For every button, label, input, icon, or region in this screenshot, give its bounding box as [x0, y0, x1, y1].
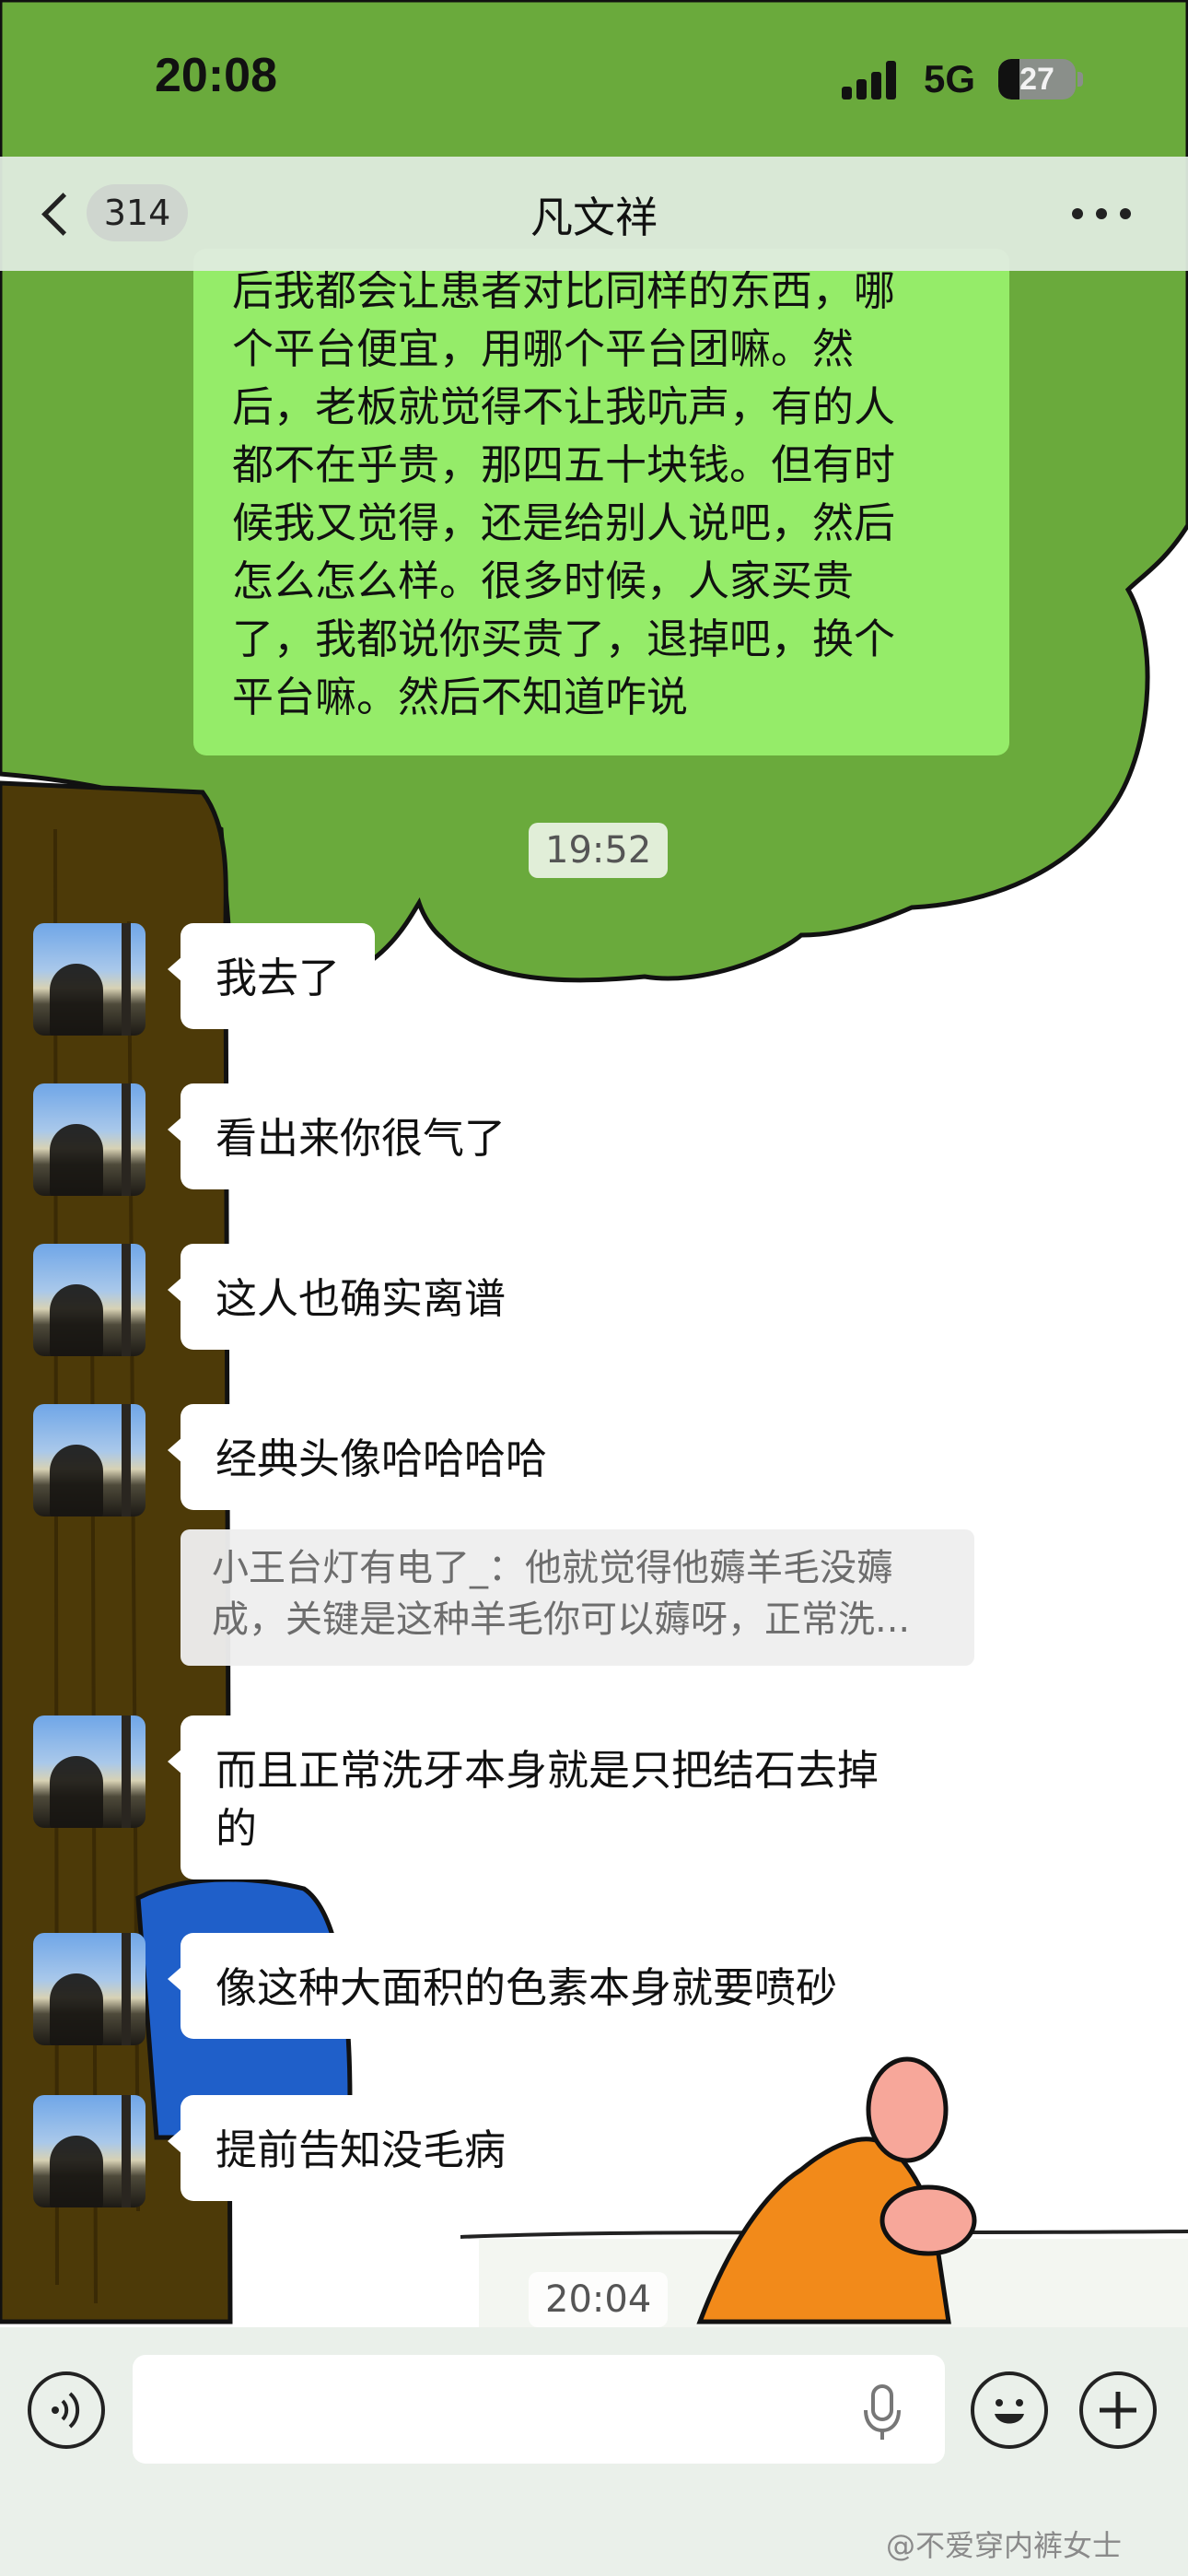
status-time: 20:08 [155, 49, 277, 102]
watermark: @不爱穿内裤女士 [886, 2528, 1123, 2563]
signal-icon [842, 61, 906, 100]
timestamp: 19:52 [529, 823, 669, 878]
message-line: 候我又觉得，还是给别人说吧，然后 [232, 498, 896, 547]
incoming-message-bubble[interactable]: 而且正常洗牙本身就是只把结石去掉 的 [168, 1715, 987, 1879]
chat-header: 314 凡文祥 [0, 157, 1188, 271]
message-text: 我去了 [215, 954, 341, 1002]
message-text: 提前告知没毛病 [215, 2125, 507, 2174]
voice-icon[interactable] [28, 2371, 105, 2449]
message-line: 而且正常洗牙本身就是只把结石去掉 [215, 1746, 879, 1795]
message-line: 都不在乎贵，那四五十块钱。但有时 [232, 440, 896, 489]
message-line: 了，我都说你买贵了，退掉吧，换个 [232, 615, 896, 663]
message-text: 像这种大面积的色素本身就要喷砂 [215, 1963, 838, 2012]
message-line: 个平台便宜，用哪个平台团嘛。然 [232, 324, 855, 373]
avatar[interactable] [33, 923, 146, 1036]
message-line: 的 [215, 1804, 258, 1853]
quote-line: 成，关键是这种羊毛你可以薅呀，正常洗... [212, 1598, 911, 1641]
avatar[interactable] [33, 1715, 146, 1828]
network-label: 5G [924, 57, 976, 100]
emoji-icon[interactable] [971, 2371, 1048, 2449]
message-line: 后，老板就觉得不让我吭声，有的人 [232, 382, 896, 431]
message-line: 平台嘛。然后不知道咋说 [232, 673, 689, 721]
battery-tip [1077, 72, 1083, 87]
avatar[interactable] [33, 1244, 146, 1356]
avatar[interactable] [33, 1083, 146, 1196]
timestamp: 20:04 [529, 2272, 669, 2327]
message-text: 经典头像哈哈哈哈 [215, 1434, 548, 1483]
message-list: 后我都会让患者对比同样的东西，哪 个平台便宜，用哪个平台团嘛。然 后，老板就觉得… [0, 0, 1188, 2576]
message-text: 看出来你很气了 [215, 1114, 507, 1163]
avatar[interactable] [33, 1404, 146, 1516]
chat-title: 凡文祥 [530, 193, 658, 242]
incoming-message-bubble[interactable]: 像这种大面积的色素本身就要喷砂 [167, 1933, 873, 2039]
avatar[interactable] [33, 2095, 146, 2207]
microphone-icon[interactable] [855, 2381, 910, 2445]
incoming-message-bubble[interactable]: 我去了 [167, 923, 376, 1029]
status-bar: 20:08 5G 27 [0, 0, 1188, 157]
incoming-message-bubble[interactable]: 提前告知没毛病 [167, 2095, 542, 2201]
battery-icon: 27 [998, 59, 1076, 100]
message-text: 这人也确实离谱 [215, 1274, 507, 1323]
incoming-message-bubble[interactable]: 这人也确实离谱 [167, 1244, 542, 1350]
avatar[interactable] [33, 1933, 146, 2045]
plus-icon[interactable] [1079, 2371, 1157, 2449]
outgoing-message-bubble[interactable]: 后我都会让患者对比同样的东西，哪 个平台便宜，用哪个平台团嘛。然 后，老板就觉得… [193, 249, 1009, 755]
message-line: 怎么怎么样。很多时候，人家买贵 [232, 556, 855, 605]
more-dots-icon[interactable] [1072, 201, 1146, 228]
battery-label: 27 [1019, 62, 1054, 97]
quote-line: 小王台灯有电了_：他就觉得他薅羊毛没薅 [212, 1547, 893, 1589]
quoted-message[interactable]: 小王台灯有电了_：他就觉得他薅羊毛没薅 成，关键是这种羊毛你可以薅呀，正常洗..… [181, 1529, 974, 1666]
incoming-message-bubble[interactable]: 经典头像哈哈哈哈 [167, 1404, 583, 1510]
message-input[interactable] [133, 2355, 945, 2464]
incoming-message-bubble[interactable]: 看出来你很气了 [167, 1083, 542, 1189]
